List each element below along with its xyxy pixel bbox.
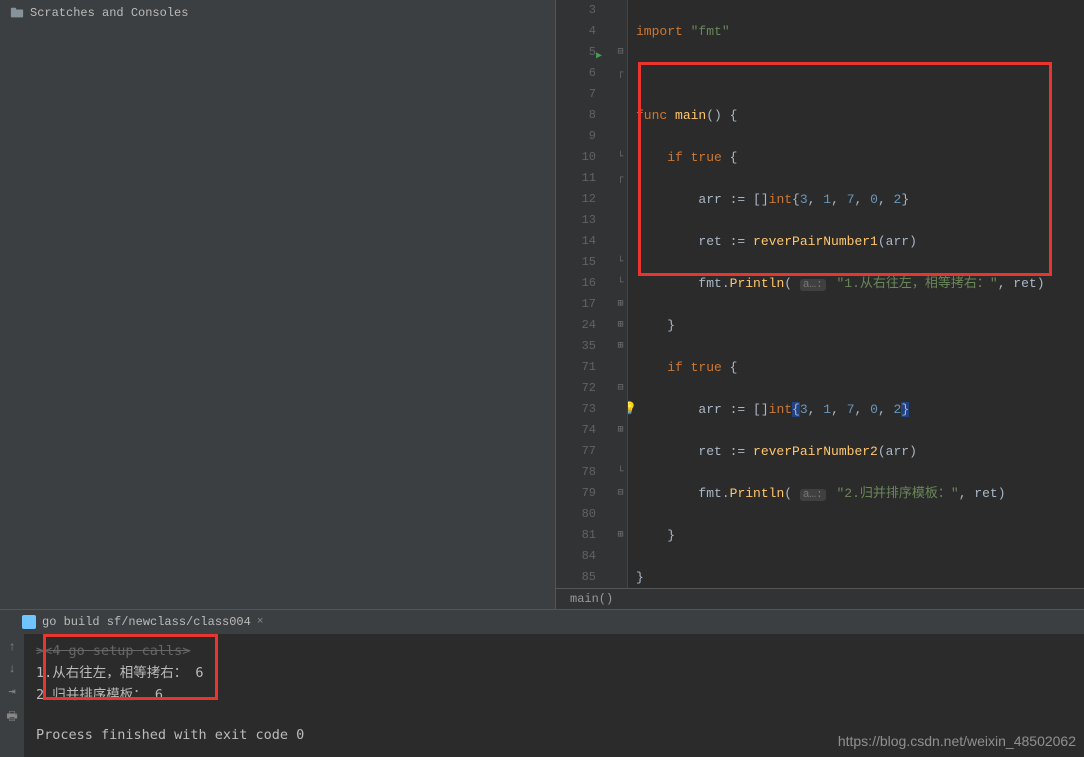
run-tab[interactable]: go build sf/newclass/class004 × (16, 613, 269, 631)
editor: 3 4 5▶ 6 7 8 9 10 11 12 13 14 15 16 17 2… (556, 0, 1084, 609)
code-content[interactable]: import "fmt" func main() { if true { arr… (628, 0, 1084, 588)
wrap-icon[interactable]: ⇥ (8, 684, 15, 699)
setup-line: ><4 go setup calls> (36, 640, 1072, 662)
output-line: 2.归并排序模板： 6 (36, 684, 1072, 706)
output-line: 1.从右往左，相等拷右： 6 (36, 662, 1072, 684)
bulb-icon[interactable]: 💡 (628, 399, 637, 420)
go-icon (22, 615, 36, 629)
fold-column[interactable]: ⊟ ┌ └ ┌ └ └ ⊞ ⊞ ⊞ ⊟ ⊞ └ ⊟ ⊞ (614, 0, 628, 588)
close-icon[interactable]: × (257, 616, 264, 628)
down-icon[interactable]: ↓ (8, 662, 15, 676)
watermark: https://blog.csdn.net/weixin_48502062 (838, 733, 1076, 749)
scratches-node[interactable]: Scratches and Consoles (10, 6, 545, 20)
console-toolbar[interactable]: ↑ ↓ ⇥ 🖶 (0, 634, 24, 757)
run-icon: ▶ (596, 46, 602, 67)
folder-icon (10, 6, 24, 20)
print-icon[interactable]: 🖶 (6, 707, 17, 728)
up-icon[interactable]: ↑ (8, 640, 15, 654)
node-label: Scratches and Consoles (30, 6, 188, 20)
gutter[interactable]: 3 4 5▶ 6 7 8 9 10 11 12 13 14 15 16 17 2… (556, 0, 614, 588)
breadcrumb[interactable]: main() (556, 588, 1084, 609)
project-sidebar[interactable]: Scratches and Consoles (0, 0, 556, 609)
